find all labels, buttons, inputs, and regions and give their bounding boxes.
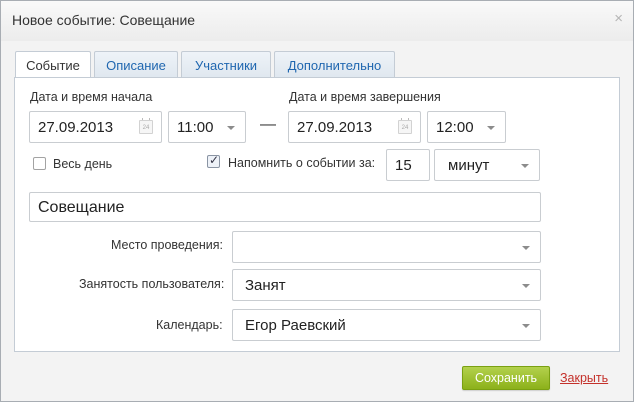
start-date-input[interactable]: 27.09.2013 24 xyxy=(29,111,162,143)
remind-label: Напомнить о событии за: xyxy=(228,156,376,170)
range-dash: — xyxy=(260,116,276,133)
remind-checkbox[interactable]: ✓ xyxy=(207,153,220,168)
end-date-input[interactable]: 27.09.2013 24 xyxy=(288,111,421,143)
calendar-select[interactable]: Егор Раевский xyxy=(232,309,541,341)
event-name-input[interactable]: Совещание xyxy=(29,192,541,222)
close-icon[interactable]: × xyxy=(614,11,623,27)
busy-label: Занятость пользователя: xyxy=(79,277,225,291)
location-label: Место проведения: xyxy=(111,238,223,252)
remind-unit-value: минут xyxy=(448,157,490,174)
tab-participants[interactable]: Участники xyxy=(181,51,271,78)
chevron-down-icon xyxy=(522,246,530,250)
chevron-down-icon xyxy=(521,164,529,168)
end-time-value: 12:00 xyxy=(436,119,474,136)
tab-additional[interactable]: Дополнительно xyxy=(274,51,395,78)
dialog-title: Новое событие: Совещание xyxy=(12,12,196,28)
chevron-down-icon xyxy=(522,284,530,288)
remind-unit-select[interactable]: минут xyxy=(434,149,540,181)
chevron-down-icon xyxy=(227,126,235,130)
calendar-icon[interactable]: 24 xyxy=(398,118,412,134)
chevron-down-icon xyxy=(522,324,530,328)
event-name-value: Совещание xyxy=(38,199,125,216)
busy-value: Занят xyxy=(245,277,286,294)
remind-value-input[interactable]: 15 xyxy=(386,149,430,181)
start-time-select[interactable]: 11:00 xyxy=(168,111,246,143)
tab-description[interactable]: Описание xyxy=(94,51,178,78)
calendar-icon[interactable]: 24 xyxy=(139,118,153,134)
tab-event[interactable]: Событие xyxy=(15,51,91,79)
end-datetime-label: Дата и время завершения xyxy=(289,90,441,104)
start-time-value: 11:00 xyxy=(177,119,214,136)
start-datetime-label: Дата и время начала xyxy=(30,90,153,104)
checkmark-icon: ✓ xyxy=(209,153,220,167)
location-select[interactable] xyxy=(232,231,541,263)
all-day-checkbox[interactable] xyxy=(33,157,46,170)
save-button[interactable]: Сохранить xyxy=(462,366,550,390)
event-dialog: Новое событие: Совещание × Событие Описа… xyxy=(0,0,634,402)
busy-select[interactable]: Занят xyxy=(232,269,541,301)
all-day-label: Весь день xyxy=(53,157,113,171)
end-time-select[interactable]: 12:00 xyxy=(427,111,506,143)
remind-value: 15 xyxy=(395,157,412,174)
calendar-value: Егор Раевский xyxy=(245,317,346,334)
dialog-titlebar[interactable]: Новое событие: Совещание × xyxy=(1,1,633,41)
start-date-value: 27.09.2013 xyxy=(38,119,114,136)
end-date-value: 27.09.2013 xyxy=(297,119,373,136)
close-link[interactable]: Закрыть xyxy=(560,371,608,385)
calendar-label: Календарь: xyxy=(156,318,223,332)
chevron-down-icon xyxy=(487,126,495,130)
